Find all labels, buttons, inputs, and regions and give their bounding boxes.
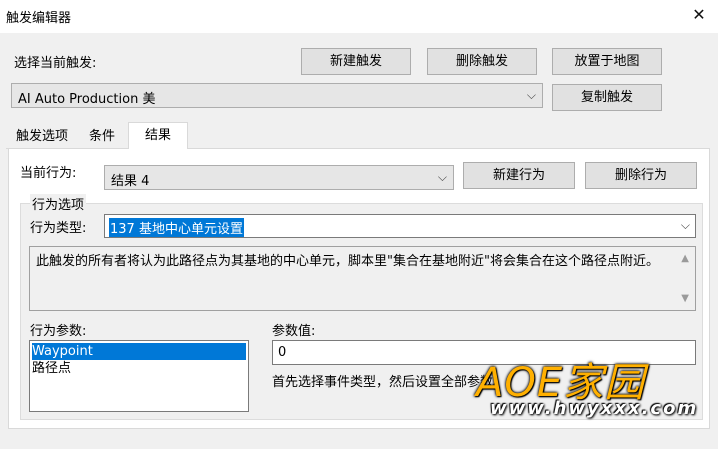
action-params-list[interactable]: Waypoint 路径点 xyxy=(29,340,249,412)
action-params-label: 行为参数: xyxy=(30,324,87,339)
tab-trigger-options[interactable]: 触发选项 xyxy=(8,126,76,148)
chevron-down-icon: ⌵ xyxy=(437,170,447,184)
watermark-url: www.hwyxxx.com xyxy=(490,398,699,419)
scroll-up-icon[interactable]: ▲ xyxy=(681,253,689,264)
list-item[interactable]: 路径点 xyxy=(32,360,71,377)
title-bar xyxy=(0,0,718,33)
tab-conditions[interactable]: 条件 xyxy=(82,126,122,148)
window-title: 触发编辑器 xyxy=(6,11,72,26)
new-trigger-button[interactable]: 新建触发 xyxy=(301,48,411,75)
select-trigger-label: 选择当前触发: xyxy=(14,56,97,71)
action-type-select[interactable]: 137 基地中心单元设置 ⌵ xyxy=(104,214,696,238)
chevron-down-icon: ⌵ xyxy=(526,88,536,102)
current-action-value: 结果 4 xyxy=(111,174,150,189)
new-action-button[interactable]: 新建行为 xyxy=(463,162,575,189)
action-options-group-label: 行为选项 xyxy=(30,194,87,213)
delete-trigger-button[interactable]: 删除触发 xyxy=(427,48,537,75)
copy-trigger-button[interactable]: 复制触发 xyxy=(552,84,662,111)
action-description-text: 此触发的所有者将认为此路径点为其基地的中心单元，脚本里"集合在基地附近"将会集合… xyxy=(36,254,659,269)
list-item[interactable]: Waypoint xyxy=(32,343,246,360)
action-type-value: 137 基地中心单元设置 xyxy=(109,218,244,237)
scroll-down-icon[interactable]: ▼ xyxy=(681,293,689,304)
delete-action-button[interactable]: 删除行为 xyxy=(585,162,697,189)
chevron-down-icon: ⌵ xyxy=(680,218,690,232)
close-icon[interactable]: ✕ xyxy=(688,4,710,26)
action-description: 此触发的所有者将认为此路径点为其基地的中心单元，脚本里"集合在基地附近"将会集合… xyxy=(29,246,696,311)
current-action-label: 当前行为: xyxy=(20,166,77,181)
param-value-text: 0 xyxy=(278,345,287,360)
param-value-label: 参数值: xyxy=(272,324,316,339)
place-on-map-button[interactable]: 放置于地图 xyxy=(552,48,662,75)
trigger-select[interactable]: AI Auto Production 美 ⌵ xyxy=(11,83,543,108)
trigger-select-value: AI Auto Production 美 xyxy=(18,92,156,107)
tab-results[interactable]: 结果 xyxy=(128,122,188,150)
action-type-label: 行为类型: xyxy=(30,221,87,236)
current-action-select[interactable]: 结果 4 ⌵ xyxy=(104,165,454,190)
